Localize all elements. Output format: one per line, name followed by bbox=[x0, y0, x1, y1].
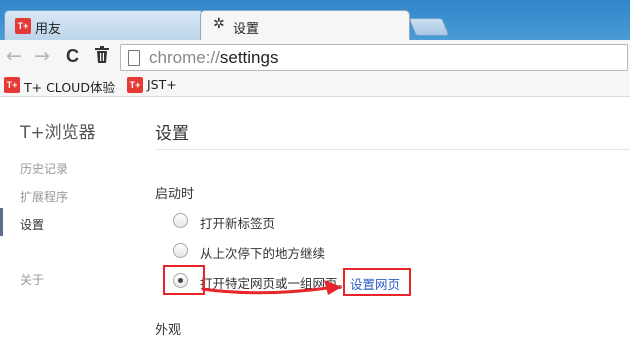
url-text: chrome://settings bbox=[149, 48, 279, 67]
reload-button[interactable]: C bbox=[66, 46, 79, 66]
new-tab-button[interactable] bbox=[408, 18, 450, 36]
tplus-favicon-icon: T+ bbox=[4, 77, 20, 93]
sidebar-item-about[interactable]: 关于 bbox=[20, 271, 44, 288]
radio-button[interactable] bbox=[173, 243, 188, 258]
annotation-arrow-icon bbox=[201, 280, 342, 295]
gear-icon: ✲ bbox=[213, 16, 225, 32]
bookmark-label: T+ CLOUD体验 bbox=[24, 80, 115, 95]
tab-title: 设置 bbox=[233, 22, 260, 37]
radio-button[interactable] bbox=[173, 213, 188, 228]
startup-option-new-tab[interactable]: 打开新标签页 bbox=[173, 211, 373, 231]
radio-label: 从上次停下的地方继续 bbox=[200, 246, 326, 261]
browser-brand: T+浏览器 bbox=[20, 123, 96, 143]
forward-button[interactable]: → bbox=[34, 46, 50, 66]
back-button[interactable]: ← bbox=[6, 46, 22, 66]
settings-sidebar: T+浏览器 历史记录 扩展程序 设置 关于 bbox=[0, 98, 130, 342]
tab-strip: T+ 用友 ✲ 设置 bbox=[0, 0, 630, 40]
bookmark-tplus-cloud[interactable]: T+ T+ CLOUD体验 bbox=[4, 76, 124, 95]
tab-title: 用友 bbox=[35, 22, 62, 37]
address-bar[interactable]: chrome://settings bbox=[120, 44, 628, 71]
sidebar-item-history[interactable]: 历史记录 bbox=[20, 160, 68, 177]
bookmarks-bar: T+ T+ CLOUD体验 T+ JST+ bbox=[0, 73, 630, 97]
sidebar-item-settings[interactable]: 设置 bbox=[20, 216, 44, 233]
tplus-favicon-icon: T+ bbox=[127, 77, 143, 93]
page-title: 设置 bbox=[155, 124, 189, 144]
divider bbox=[155, 149, 630, 150]
sidebar-item-extensions[interactable]: 扩展程序 bbox=[20, 188, 68, 205]
annotation-box-link bbox=[343, 268, 411, 296]
annotation-box-radio bbox=[163, 265, 205, 295]
appearance-section-title: 外观 bbox=[155, 323, 182, 338]
tab-yongyou[interactable]: T+ 用友 bbox=[4, 10, 204, 40]
bookmark-jst[interactable]: T+ JST+ bbox=[127, 76, 187, 94]
startup-option-continue[interactable]: 从上次停下的地方继续 bbox=[173, 241, 393, 261]
sidebar-selected-marker bbox=[0, 208, 3, 236]
page-icon bbox=[128, 50, 140, 66]
settings-main: 设置 启动时 打开新标签页 从上次停下的地方继续 打开特定网页或一组网页。 设置… bbox=[155, 98, 630, 342]
radio-label: 打开新标签页 bbox=[200, 216, 276, 231]
bookmark-label: JST+ bbox=[147, 77, 177, 92]
browser-window: T+ 用友 ✲ 设置 ← → C chrome://settings T+ T+… bbox=[0, 0, 630, 342]
toolbar: ← → C chrome://settings bbox=[0, 40, 630, 73]
tab-settings[interactable]: ✲ 设置 bbox=[200, 10, 410, 40]
tplus-favicon-icon: T+ bbox=[15, 18, 31, 34]
trash-icon[interactable] bbox=[94, 46, 110, 68]
startup-section-title: 启动时 bbox=[155, 187, 195, 202]
